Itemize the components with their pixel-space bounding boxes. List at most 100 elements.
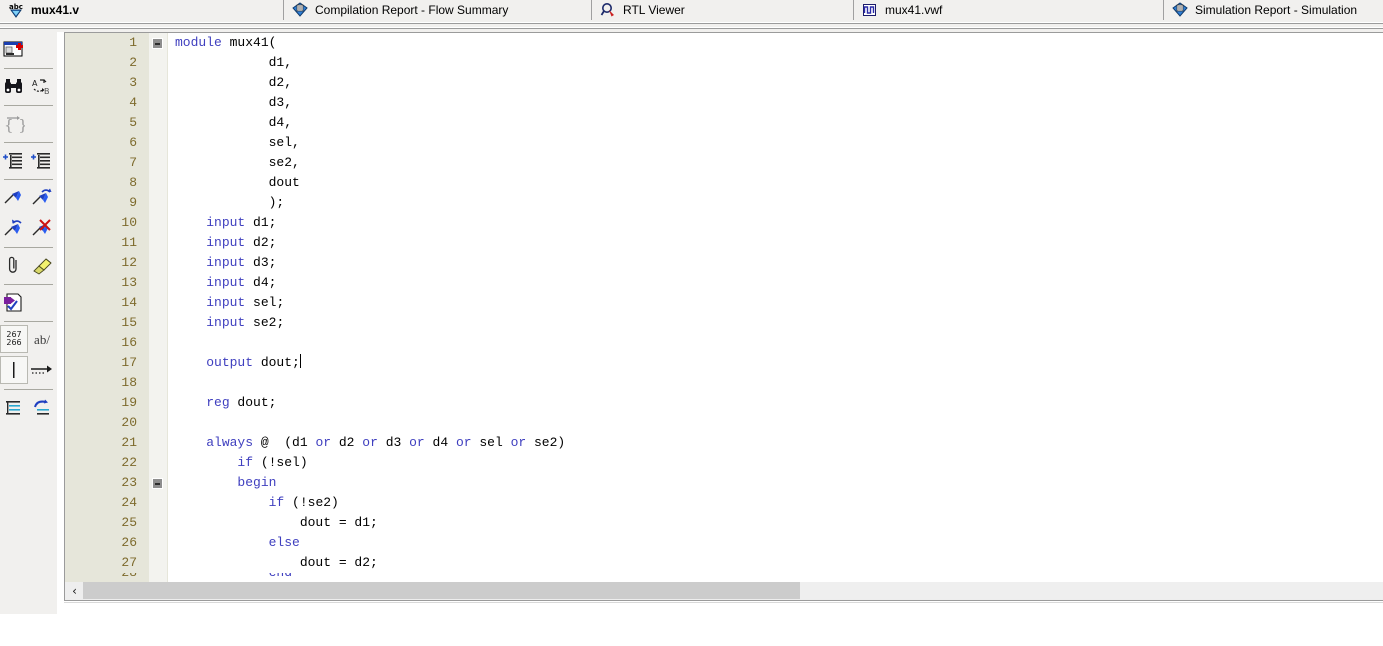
editor-left-toolbar: A B { } — [0, 32, 57, 614]
code-line[interactable]: 18 — [65, 373, 1383, 393]
line-number: 19 — [121, 395, 137, 410]
rtl-magnifier-icon — [600, 2, 616, 18]
indent-decrease-icon — [31, 152, 53, 170]
tab-mux41-vwf[interactable]: mux41.vwf — [853, 0, 1163, 20]
verilog-source-editor: 1 module mux41(2 d1, 3 d2, 4 d3, 5 d4, 6 sel,… — [64, 32, 1383, 646]
highlight-button[interactable] — [28, 251, 56, 281]
scroll-left-button[interactable]: ‹ — [66, 582, 83, 599]
code-line[interactable]: 9 ); — [65, 193, 1383, 213]
insert-braces-button[interactable]: { } — [0, 109, 28, 139]
code-line[interactable]: 15 input se2; — [65, 313, 1383, 333]
find-replace-button[interactable]: A B — [28, 72, 56, 102]
editor-text-frame[interactable]: 1 module mux41(2 d1, 3 d2, 4 d3, 5 d4, 6 sel,… — [64, 32, 1383, 582]
undo-align-icon — [31, 399, 53, 417]
attach-button[interactable] — [0, 251, 28, 281]
code-line[interactable]: 28 end — [65, 573, 1383, 582]
line-numbers-button[interactable]: 267 266 — [0, 325, 28, 353]
code-text: se2, — [175, 155, 300, 170]
insert-bar-button[interactable] — [0, 356, 28, 384]
uncomment-button[interactable] — [28, 183, 56, 213]
toolbar-separator — [4, 389, 53, 390]
binoculars-find-icon — [4, 78, 24, 96]
line-number: 13 — [121, 275, 137, 290]
tab-simulation-report[interactable]: Simulation Report - Simulation — [1163, 0, 1383, 20]
line-number: 12 — [121, 255, 137, 270]
comment-button[interactable] — [0, 183, 28, 213]
code-line[interactable]: 23 begin — [65, 473, 1383, 493]
toolbar-separator — [4, 105, 53, 106]
curly-braces-icon: { } — [3, 114, 25, 134]
find-button[interactable] — [0, 72, 28, 102]
align-button[interactable] — [0, 393, 28, 423]
code-line[interactable]: 16 — [65, 333, 1383, 353]
code-line[interactable]: 5 d4, — [65, 113, 1383, 133]
line-number: 8 — [129, 175, 137, 190]
code-line[interactable]: 4 d3, — [65, 93, 1383, 113]
code-text: d1, — [175, 55, 293, 70]
code-text: output dout; — [206, 354, 301, 370]
line-number: 24 — [121, 495, 137, 510]
toolbar-separator — [4, 284, 53, 285]
comment-selection-button[interactable] — [0, 214, 28, 244]
code-line[interactable]: 22 if (!sel) — [65, 453, 1383, 473]
highlighter-icon — [31, 256, 53, 276]
tab-compilation-report[interactable]: Compilation Report - Flow Summary — [283, 0, 591, 20]
paperclip-icon — [6, 256, 22, 276]
line-number: 10 — [121, 215, 137, 230]
decrease-indent-button[interactable] — [28, 146, 56, 176]
comment-selection-pen-icon — [3, 219, 25, 239]
code-text: input se2; — [206, 315, 285, 330]
code-line[interactable]: 26 else — [65, 533, 1383, 553]
code-line[interactable]: 10 input d1; — [65, 213, 1383, 233]
comment-pen-icon — [3, 188, 25, 208]
insert-template-button[interactable] — [0, 35, 28, 65]
code-line[interactable]: 19 reg dout; — [65, 393, 1383, 413]
code-text: dout — [175, 175, 300, 190]
tab-mux41-v[interactable]: abc mux41.v — [0, 0, 283, 20]
code-text: dout = d2; — [175, 555, 378, 570]
code-text: d4, — [175, 115, 293, 130]
analyze-document-check-icon — [3, 293, 25, 313]
code-text: always @ (d1 or d2 or d3 or d4 or sel or… — [206, 435, 566, 450]
code-line[interactable]: 24 if (!se2) — [65, 493, 1383, 513]
fold-toggle-icon[interactable] — [152, 38, 163, 49]
code-line[interactable]: 17 output dout; — [65, 353, 1383, 373]
analyze-file-button[interactable] — [0, 288, 28, 318]
code-line[interactable]: 14 input sel; — [65, 293, 1383, 313]
code-line[interactable]: 20 — [65, 413, 1383, 433]
code-line[interactable]: 8 dout — [65, 173, 1383, 193]
spelling-button[interactable]: ab/ — [28, 325, 56, 355]
code-line[interactable]: 7 se2, — [65, 153, 1383, 173]
code-line[interactable]: 1 module mux41( — [65, 33, 1383, 53]
code-text: if (!sel) — [237, 455, 308, 470]
tab-label: mux41.v — [31, 3, 80, 17]
insert-arrow-button[interactable] — [28, 356, 56, 386]
code-line[interactable]: 12 input d3; — [65, 253, 1383, 273]
remove-comment-button[interactable] — [28, 214, 56, 244]
increase-indent-button[interactable] — [0, 146, 28, 176]
code-line[interactable]: 21 always @ (d1 or d2 or d3 or d4 or sel… — [65, 433, 1383, 453]
code-text: dout = d1; — [175, 515, 378, 530]
line-number: 23 — [121, 475, 137, 490]
fold-toggle-icon[interactable] — [152, 478, 163, 489]
code-line[interactable]: 2 d1, — [65, 53, 1383, 73]
line-number: 21 — [121, 435, 137, 450]
line-number: 17 — [121, 355, 137, 370]
scrollbar-track[interactable] — [83, 582, 1383, 599]
code-line[interactable]: 25 dout = d1; — [65, 513, 1383, 533]
svg-text:A: A — [32, 79, 38, 88]
undo-align-button[interactable] — [28, 393, 56, 423]
code-line[interactable]: 27 dout = d2; — [65, 553, 1383, 573]
scrollbar-thumb[interactable] — [83, 582, 800, 599]
code-line[interactable]: 3 d2, — [65, 73, 1383, 93]
tab-label: Compilation Report - Flow Summary — [315, 3, 509, 17]
tab-rtl-viewer[interactable]: RTL Viewer — [591, 0, 853, 20]
code-text: input d3; — [206, 255, 277, 270]
code-line[interactable]: 11 input d2; — [65, 233, 1383, 253]
code-line[interactable]: 13 input d4; — [65, 273, 1383, 293]
text-caret — [299, 354, 301, 368]
line-number: 7 — [129, 155, 137, 170]
code-text-area[interactable]: 1 module mux41(2 d1, 3 d2, 4 d3, 5 d4, 6 sel,… — [65, 33, 1383, 582]
horizontal-scrollbar[interactable]: ‹ — [64, 582, 1383, 600]
code-line[interactable]: 6 sel, — [65, 133, 1383, 153]
